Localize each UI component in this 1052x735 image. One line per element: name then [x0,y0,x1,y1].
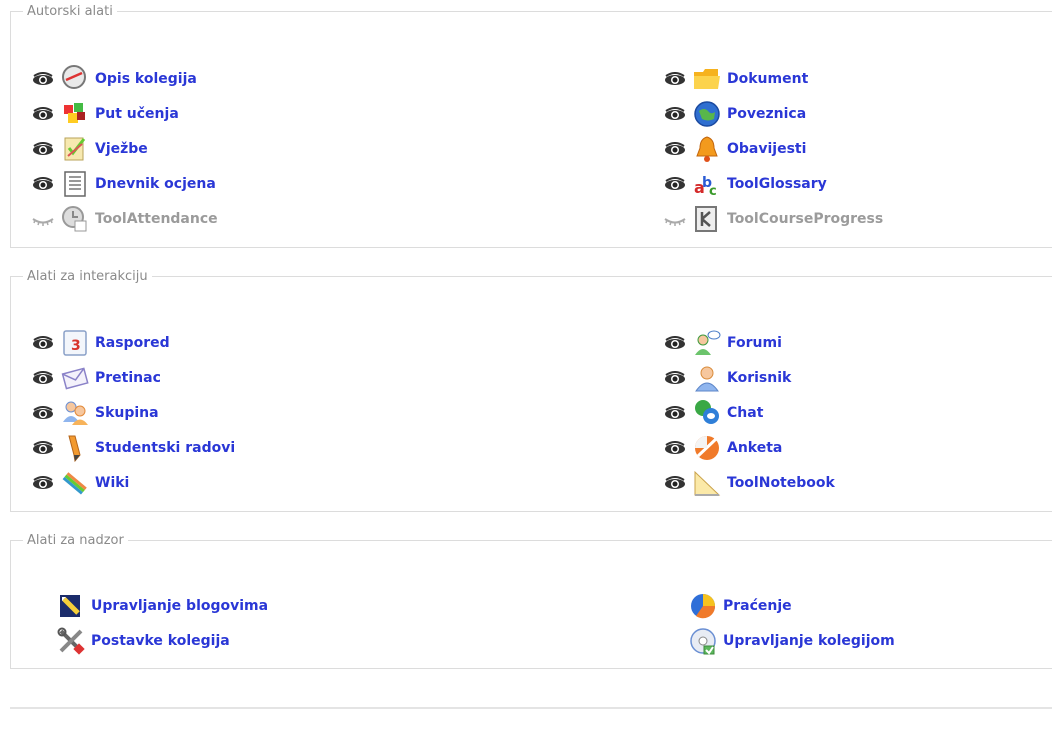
tool-link-document[interactable]: Dokument [727,71,808,87]
exercises-icon[interactable] [60,134,90,164]
bell-icon[interactable] [692,134,722,164]
visibility-eye-icon[interactable] [32,107,54,121]
learning-path-icon[interactable] [60,99,90,129]
tool-row: ToolAttendance [32,202,218,236]
tool-link-calendar[interactable]: Raspored [95,335,170,351]
section-legend: Autorski alati [27,4,113,19]
tool-link-description[interactable]: Opis kolegija [95,71,197,87]
tool-row: Upravljanje blogovima [56,589,268,623]
tool-row: Korisnik [664,361,791,395]
chat-icon[interactable] [692,398,722,428]
visibility-eye-icon[interactable] [32,441,54,455]
tool-row: Forumi [664,326,782,360]
tool-link-notebook[interactable]: ToolNotebook [727,475,835,491]
tool-row: Pretinac [32,361,161,395]
tool-row: abc ToolGlossary [664,167,827,201]
tool-row: Wiki [32,466,129,500]
visibility-eye-icon[interactable] [32,142,54,156]
pencil-icon[interactable] [60,433,90,463]
visibility-eye-icon[interactable] [32,406,54,420]
footer-divider [10,707,1052,709]
visibility-eye-icon[interactable] [664,72,686,86]
tool-link-glossary[interactable]: ToolGlossary [727,176,827,192]
visibility-eye-icon[interactable] [664,476,686,490]
visibility-eye-closed-icon[interactable] [32,212,54,226]
tool-link-link[interactable]: Poveznica [727,106,806,122]
section-interaction-tools: Alati za interakciju [10,269,1052,512]
tool-row: ToolCourseProgress [664,202,883,236]
visibility-eye-closed-icon[interactable] [664,212,686,226]
tool-link-group[interactable]: Skupina [95,405,159,421]
visibility-eye-icon[interactable] [32,336,54,350]
tool-row: Vježbe [32,132,148,166]
envelope-icon[interactable] [60,363,90,393]
visibility-eye-icon[interactable] [664,441,686,455]
gradebook-icon[interactable] [60,169,90,199]
settings-tools-icon[interactable] [56,626,86,656]
calendar-icon[interactable]: 3 [60,328,90,358]
group-icon[interactable] [60,398,90,428]
tool-link-course-progress[interactable]: ToolCourseProgress [727,211,883,227]
svg-text:3: 3 [71,338,81,354]
tool-link-gradebook[interactable]: Dnevnik ocjena [95,176,216,192]
tool-link-blog-management[interactable]: Upravljanje blogovima [91,598,268,614]
tool-row: 3 Raspored [32,326,170,360]
notebook-icon[interactable] [692,468,722,498]
tool-link-student-publications[interactable]: Studentski radovi [95,440,235,456]
tool-row: Praćenje [688,589,792,623]
visibility-eye-icon[interactable] [32,371,54,385]
tool-link-course-maintenance[interactable]: Upravljanje kolegijom [723,633,895,649]
attendance-icon[interactable] [60,204,90,234]
tool-link-dropbox[interactable]: Pretinac [95,370,161,386]
visibility-eye-icon[interactable] [32,177,54,191]
course-maintenance-icon[interactable] [688,626,718,656]
visibility-eye-icon[interactable] [664,336,686,350]
tool-row: Poveznica [664,97,806,131]
tool-row: Anketa [664,431,782,465]
visibility-eye-icon[interactable] [32,72,54,86]
glossary-icon[interactable]: abc [692,169,722,199]
tool-link-chat[interactable]: Chat [727,405,763,421]
wiki-icon[interactable] [60,468,90,498]
visibility-eye-icon[interactable] [664,177,686,191]
folder-icon[interactable] [692,64,722,94]
tool-row: Opis kolegija [32,62,197,96]
tool-link-wiki[interactable]: Wiki [95,475,129,491]
globe-link-icon[interactable] [692,99,722,129]
visibility-eye-icon[interactable] [32,476,54,490]
tool-link-attendance[interactable]: ToolAttendance [95,211,218,227]
tool-link-exercises[interactable]: Vježbe [95,141,148,157]
visibility-eye-icon[interactable] [664,142,686,156]
description-icon[interactable] [60,64,90,94]
tool-row: Studentski radovi [32,431,235,465]
blog-icon[interactable] [56,591,86,621]
course-progress-icon[interactable] [692,204,722,234]
tool-link-survey[interactable]: Anketa [727,440,782,456]
tool-row: Chat [664,396,763,430]
tool-row: Obavijesti [664,132,806,166]
forum-icon[interactable] [692,328,722,358]
section-legend: Alati za nadzor [27,533,124,548]
tool-row: ToolNotebook [664,466,835,500]
user-icon[interactable] [692,363,722,393]
tool-link-users[interactable]: Korisnik [727,370,791,386]
tracking-pie-icon[interactable] [688,591,718,621]
svg-text:c: c [709,184,717,199]
tool-link-forums[interactable]: Forumi [727,335,782,351]
section-legend: Alati za interakciju [27,269,148,284]
tool-link-announcements[interactable]: Obavijesti [727,141,806,157]
tool-row: Dnevnik ocjena [32,167,216,201]
survey-icon[interactable] [692,433,722,463]
visibility-eye-icon[interactable] [664,371,686,385]
tool-link-learning-path[interactable]: Put učenja [95,106,179,122]
tool-link-tracking[interactable]: Praćenje [723,598,792,614]
tool-row: Upravljanje kolegijom [688,624,895,658]
visibility-eye-icon[interactable] [664,107,686,121]
tool-row: Dokument [664,62,808,96]
tool-row: Put učenja [32,97,179,131]
visibility-eye-icon[interactable] [664,406,686,420]
tool-row: Postavke kolegija [56,624,230,658]
tool-row: Skupina [32,396,159,430]
tool-link-course-settings[interactable]: Postavke kolegija [91,633,230,649]
